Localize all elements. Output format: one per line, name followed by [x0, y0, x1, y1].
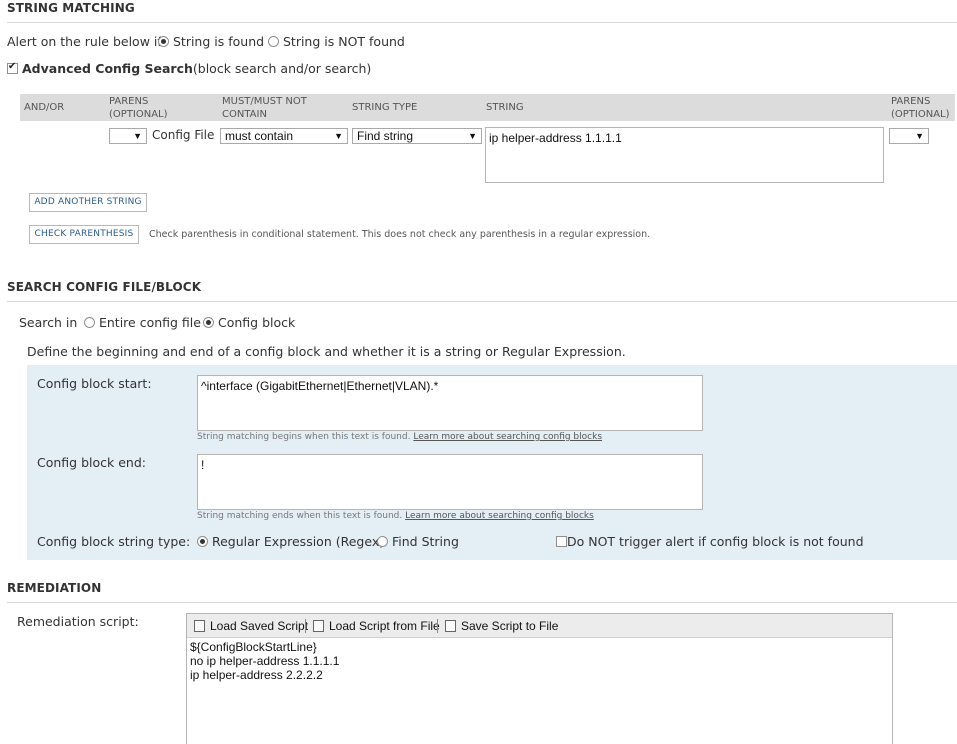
open-file-icon	[313, 620, 324, 632]
checkbox-checked[interactable]	[7, 61, 18, 74]
check-parenthesis-button[interactable]: CHECK PARENTHESIS	[29, 225, 139, 244]
radio-entire-config[interactable]: Entire config file	[84, 315, 201, 330]
hint-text: String matching begins when this text is…	[197, 432, 411, 442]
must-contain-select[interactable]: must contain ▼	[220, 128, 348, 144]
load-saved-script-button[interactable]: Load Saved Script	[194, 619, 308, 633]
remediation-script-textarea[interactable]: ${ConfigBlockStartLine} no ip helper-add…	[190, 640, 890, 682]
toolbar-separator	[305, 619, 306, 633]
radio-button[interactable]	[377, 536, 388, 547]
toolbar-separator	[437, 619, 438, 633]
check-parenthesis-note: Check parenthesis in conditional stateme…	[149, 229, 651, 240]
section-divider	[7, 22, 957, 23]
radio-label: Entire config file	[98, 315, 201, 330]
document-icon	[194, 620, 205, 632]
remediation-title: REMEDIATION	[7, 581, 102, 595]
radio-label: String is NOT found	[282, 34, 405, 49]
load-script-from-file-button[interactable]: Load Script from File	[313, 619, 440, 633]
config-block-start-input[interactable]: ^interface (GigabitEthernet|Ethernet|VLA…	[197, 375, 703, 431]
radio-button-selected[interactable]	[158, 36, 169, 47]
radio-regex[interactable]: Regular Expression (Regex)	[197, 534, 384, 549]
header-text: PARENS	[109, 96, 149, 107]
config-block-end-input[interactable]: !	[197, 454, 703, 510]
column-string: STRING	[486, 102, 524, 113]
save-script-to-file-button[interactable]: Save Script to File	[445, 619, 558, 633]
remediation-editor: Load Saved Script Load Script from File …	[186, 613, 893, 744]
string-matching-title: STRING MATCHING	[7, 1, 135, 15]
open-parens-select[interactable]: ▼	[109, 128, 147, 144]
advanced-config-search-label: Advanced Config Search	[21, 61, 193, 76]
column-parens-open: PARENS (OPTIONAL)	[109, 95, 168, 121]
string-grid-header: AND/OR PARENS (OPTIONAL) MUST/MUST NOT C…	[20, 94, 955, 121]
select-value: must contain	[225, 129, 294, 143]
close-parens-select[interactable]: ▼	[889, 128, 929, 144]
dropdown-arrow-icon: ▼	[468, 131, 477, 141]
dropdown-arrow-icon: ▼	[334, 131, 343, 141]
config-block-start-label: Config block start:	[37, 376, 152, 391]
config-block-type-label: Config block string type:	[37, 534, 191, 549]
search-in-label: Search in	[19, 315, 78, 330]
radio-button[interactable]	[268, 36, 279, 47]
radio-config-block[interactable]: Config block	[203, 315, 295, 330]
dropdown-arrow-icon: ▼	[133, 131, 142, 141]
header-text: MUST/MUST NOT	[222, 96, 307, 107]
config-block-end-label: Config block end:	[37, 455, 146, 470]
start-hint: String matching begins when this text is…	[197, 432, 602, 442]
toolbar-label: Load Script from File	[329, 619, 440, 633]
column-and-or: AND/OR	[24, 102, 65, 113]
radio-label: Config block	[217, 315, 296, 330]
save-icon	[445, 620, 456, 632]
string-type-select[interactable]: Find string ▼	[352, 128, 482, 144]
add-another-string-button[interactable]: ADD ANOTHER STRING	[29, 193, 147, 212]
string-textarea[interactable]: ip helper-address 1.1.1.1	[485, 127, 884, 183]
advanced-config-search-suffix: (block search and/or search)	[192, 61, 372, 76]
script-line: ip helper-address 2.2.2.2	[190, 668, 323, 682]
header-text: (OPTIONAL)	[109, 109, 168, 120]
checkbox[interactable]	[556, 536, 567, 547]
radio-label: Find String	[391, 534, 459, 549]
learn-more-link[interactable]: Learn more about searching config blocks	[405, 511, 594, 521]
end-hint: String matching ends when this text is f…	[197, 511, 594, 521]
section-divider	[7, 301, 957, 302]
radio-button[interactable]	[84, 317, 95, 328]
column-parens-close: PARENS (OPTIONAL)	[891, 95, 950, 121]
column-string-type: STRING TYPE	[352, 102, 418, 113]
toolbar-label: Load Saved Script	[210, 619, 309, 633]
config-file-label: Config File	[152, 128, 215, 142]
radio-find-string[interactable]: Find String	[377, 534, 459, 549]
remediation-toolbar: Load Saved Script Load Script from File …	[187, 614, 892, 638]
radio-button-selected[interactable]	[203, 317, 214, 328]
config-block-description: Define the beginning and end of a config…	[27, 344, 626, 359]
remediation-script-label: Remediation script:	[17, 614, 139, 629]
radio-string-not-found[interactable]: String is NOT found	[268, 34, 405, 49]
search-config-title: SEARCH CONFIG FILE/BLOCK	[7, 280, 202, 294]
header-text: CONTAIN	[222, 109, 267, 120]
toolbar-label: Save Script to File	[461, 619, 559, 633]
hint-text: String matching ends when this text is f…	[197, 511, 403, 521]
no-trigger-label: Do NOT trigger alert if config block is …	[567, 534, 864, 549]
script-line: no ip helper-address 1.1.1.1	[190, 654, 340, 668]
header-text: (OPTIONAL)	[891, 109, 950, 120]
header-text: PARENS	[891, 96, 931, 107]
radio-string-found[interactable]: String is found	[158, 34, 264, 49]
column-must-contain: MUST/MUST NOT CONTAIN	[222, 95, 307, 121]
script-line: ${ConfigBlockStartLine}	[190, 640, 317, 654]
no-trigger-checkbox[interactable]: Do NOT trigger alert if config block is …	[556, 534, 864, 549]
alert-rule-label: Alert on the rule below if	[7, 34, 162, 49]
radio-label: Regular Expression (Regex)	[211, 534, 385, 549]
learn-more-link[interactable]: Learn more about searching config blocks	[413, 432, 602, 442]
section-divider	[7, 602, 957, 603]
dropdown-arrow-icon: ▼	[915, 131, 924, 141]
advanced-config-search-checkbox[interactable]: Advanced Config Search(block search and/…	[7, 61, 371, 76]
radio-label: String is found	[172, 34, 265, 49]
select-value: Find string	[357, 129, 414, 143]
radio-button-selected[interactable]	[197, 536, 208, 547]
